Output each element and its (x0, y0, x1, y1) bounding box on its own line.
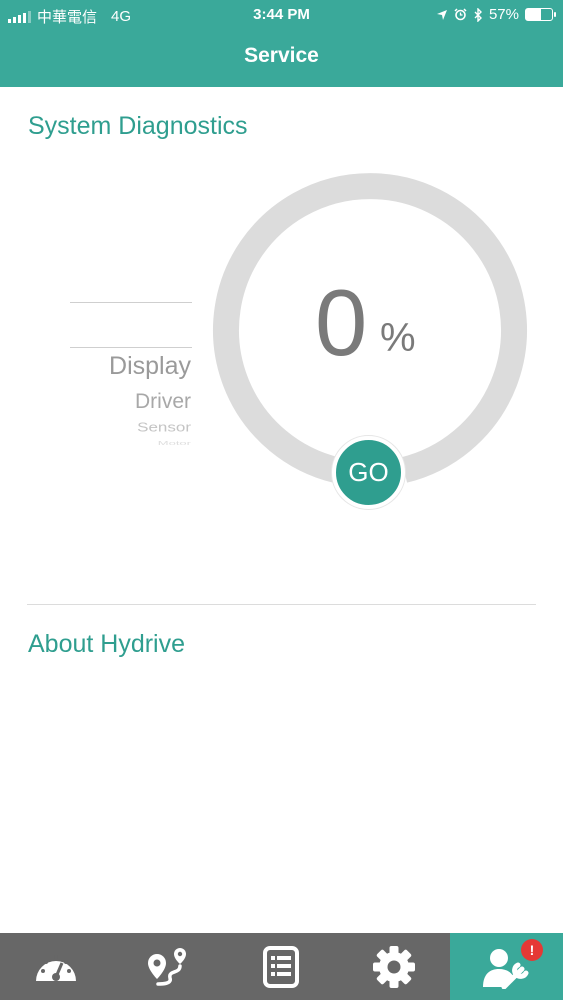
section-divider (27, 604, 536, 605)
picker-item-display[interactable]: Display (109, 352, 191, 381)
picker-divider-top (70, 302, 192, 303)
location-arrow-icon (436, 9, 447, 20)
battery-icon (525, 8, 556, 21)
list-document-icon (263, 945, 300, 988)
system-diagnostics-heading: System Diagnostics (28, 112, 248, 140)
picker-item-driver[interactable]: Driver (135, 390, 191, 414)
picker-divider-bottom (70, 347, 192, 348)
picker-item-sensor[interactable]: Sensor (137, 420, 191, 435)
tab-settings[interactable] (338, 933, 451, 1000)
header-bar: 中華電信 4G 3:44 PM 57% Service (0, 0, 563, 87)
battery-percent: 57% (488, 6, 519, 23)
bluetooth-icon (474, 7, 482, 22)
tab-route[interactable] (113, 933, 226, 1000)
about-hydrive-heading[interactable]: About Hydrive (28, 630, 185, 659)
progress-percent-sign: % (380, 316, 416, 360)
status-bar: 中華電信 4G 3:44 PM 57% (0, 0, 563, 30)
alarm-icon (454, 8, 467, 21)
tab-records[interactable] (225, 933, 338, 1000)
tab-dashboard[interactable] (0, 933, 113, 1000)
bottom-tab-bar: ! (0, 933, 563, 1000)
gauge-track (213, 173, 527, 483)
progress-percent-value: 0 (315, 270, 368, 375)
picker-item-motor[interactable]: Motor (158, 440, 191, 446)
tab-service[interactable]: ! (450, 933, 563, 1000)
route-icon (147, 947, 186, 986)
notification-badge: ! (520, 939, 543, 961)
speedometer-icon (36, 954, 77, 981)
go-button[interactable]: GO (332, 436, 405, 509)
page-title: Service (244, 44, 319, 67)
gear-icon (373, 945, 416, 988)
